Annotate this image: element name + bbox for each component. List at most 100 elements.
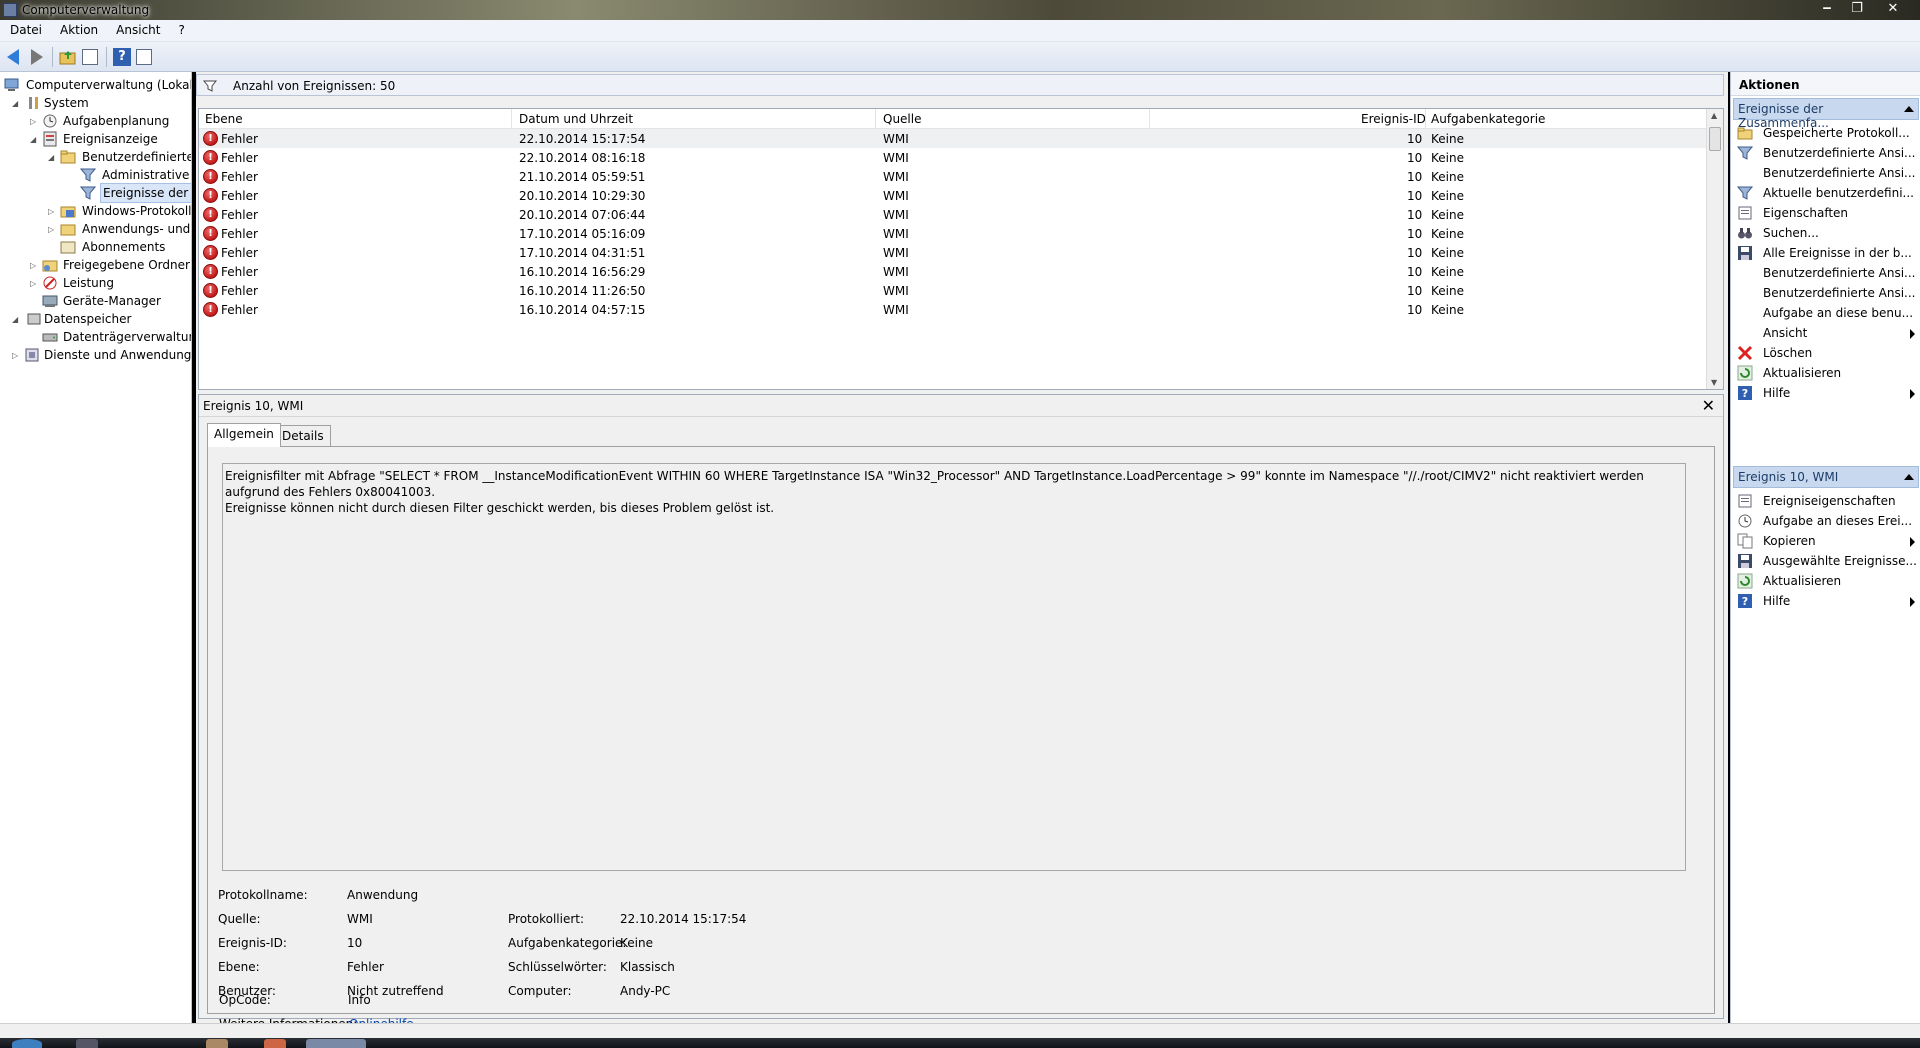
cell-ebene: Fehler <box>221 303 258 317</box>
action-ausgewählte-ereignisse[interactable]: Ausgewählte Ereignisse... <box>1733 550 1919 572</box>
event-row[interactable]: ! Fehler 16.10.2014 04:57:15 WMI 10 Keine <box>199 300 1707 319</box>
console-tree-icon <box>82 49 98 65</box>
cell-datum: 16.10.2014 04:57:15 <box>519 303 646 317</box>
start-orb-icon[interactable] <box>12 1039 42 1048</box>
action-benutzerdefinierte-ansi[interactable]: Benutzerdefinierte Ansi... <box>1733 162 1919 184</box>
help-button[interactable]: ? <box>112 47 132 67</box>
help-icon: ? <box>1737 385 1753 401</box>
action-benutzerdefinierte-ansi[interactable]: Benutzerdefinierte Ansi... <box>1733 282 1919 304</box>
menu-datei[interactable]: Datei <box>0 20 50 42</box>
action-kopieren[interactable]: Kopieren <box>1733 530 1919 552</box>
taskbar-item[interactable] <box>264 1039 286 1048</box>
column-aufgabenkategorie[interactable]: Aufgabenkategorie <box>1431 112 1545 126</box>
tree-label: Ereignisanzeige <box>63 132 158 146</box>
column-ebene[interactable]: Ebene <box>205 112 243 126</box>
cell-ereignis-id: 10 <box>1407 151 1423 165</box>
event-row[interactable]: ! Fehler 22.10.2014 15:17:54 WMI 10 Keine <box>199 129 1707 148</box>
actions-section-event[interactable]: Ereignis 10, WMI <box>1733 466 1919 488</box>
actions-section-summary[interactable]: Ereignisse der Zusammenfa... <box>1733 98 1919 130</box>
column-ereignis-id[interactable]: Ereignis-ID <box>1361 112 1426 126</box>
expand-arrow-icon[interactable]: ▷ <box>48 225 57 234</box>
action-benutzerdefinierte-ansi[interactable]: Benutzerdefinierte Ansi... <box>1733 262 1919 284</box>
event-row[interactable]: ! Fehler 16.10.2014 16:56:29 WMI 10 Keine <box>199 262 1707 281</box>
collapse-arrow-icon[interactable]: ◢ <box>12 315 21 324</box>
expand-arrow-icon[interactable]: ▷ <box>30 261 39 270</box>
forward-button[interactable] <box>26 47 46 67</box>
detail-title-bar: Ereignis 10, WMI ✕ <box>199 395 1723 417</box>
collapse-arrow-icon[interactable]: ◢ <box>12 99 21 108</box>
action-alle-ereignisse-in-der-b[interactable]: Alle Ereignisse in der b... <box>1733 242 1919 264</box>
cell-quelle: WMI <box>883 246 909 260</box>
action-aufgabe-an-dieses-erei[interactable]: Aufgabe an dieses Erei... <box>1733 510 1919 532</box>
show-hide-action-pane-button[interactable] <box>134 47 154 67</box>
action-ansicht[interactable]: Ansicht <box>1733 322 1919 344</box>
tab-details[interactable]: Details <box>275 425 331 447</box>
scroll-up-icon[interactable]: ▲ <box>1711 111 1717 120</box>
menu-help[interactable]: ? <box>168 20 192 42</box>
main-pane: Anzahl von Ereignissen: 50 Ebene Datum u… <box>196 72 1728 1031</box>
taskbar-item[interactable] <box>76 1039 98 1048</box>
menu-aktion[interactable]: Aktion <box>50 20 106 42</box>
action-aufgabe-an-diese-benu[interactable]: Aufgabe an diese benu... <box>1733 302 1919 324</box>
tree-label: Leistung <box>63 276 114 290</box>
action-benutzerdefinierte-ansi[interactable]: Benutzerdefinierte Ansi... <box>1733 142 1919 164</box>
filter-icon <box>80 186 96 200</box>
action-hilfe[interactable]: ? Hilfe <box>1733 590 1919 612</box>
cell-aufgabenkategorie: Keine <box>1431 265 1464 279</box>
menu-ansicht[interactable]: Ansicht <box>106 20 168 42</box>
minimize-button[interactable]: ‒ <box>1814 0 1840 18</box>
action-aktuelle-benutzerdefini[interactable]: Aktuelle benutzerdefini... <box>1733 182 1919 204</box>
expand-arrow-icon[interactable]: ▷ <box>30 279 39 288</box>
event-list-scrollbar[interactable]: ▲ ▼ <box>1706 109 1723 389</box>
close-window-button[interactable]: ✕ <box>1880 0 1906 18</box>
description-line: Ereignisse können nicht durch diesen Fil… <box>225 501 775 515</box>
taskbar-item[interactable] <box>206 1039 228 1048</box>
expand-arrow-icon[interactable]: ▷ <box>12 351 21 360</box>
back-button[interactable] <box>4 47 24 67</box>
event-row[interactable]: ! Fehler 17.10.2014 05:16:09 WMI 10 Keine <box>199 224 1707 243</box>
scroll-down-icon[interactable]: ▼ <box>1711 378 1717 387</box>
expand-arrow-icon[interactable]: ▷ <box>30 117 39 126</box>
save-icon <box>1737 553 1753 569</box>
event-description[interactable]: Ereignisfilter mit Abfrage "SELECT * FRO… <box>222 463 1686 871</box>
cell-datum: 22.10.2014 08:16:18 <box>519 151 646 165</box>
taskbar-item-active[interactable] <box>306 1039 366 1048</box>
collapse-arrow-icon[interactable]: ◢ <box>30 135 39 144</box>
event-row[interactable]: ! Fehler 21.10.2014 05:59:51 WMI 10 Keine <box>199 167 1707 186</box>
svg-text:?: ? <box>1742 387 1748 400</box>
up-folder-button[interactable] <box>58 47 78 67</box>
action-hilfe[interactable]: ? Hilfe <box>1733 382 1919 404</box>
event-row[interactable]: ! Fehler 20.10.2014 07:06:44 WMI 10 Keine <box>199 205 1707 224</box>
maximize-button[interactable]: ❐ <box>1844 0 1870 18</box>
prop-label-aufgabenkategorie: Aufgabenkategorie: <box>508 936 627 950</box>
error-icon: ! <box>203 302 218 317</box>
action-ereigniseigenschaften[interactable]: Ereigniseigenschaften <box>1733 490 1919 512</box>
prop-label-schluesselwoerter: Schlüsselwörter: <box>508 960 607 974</box>
show-hide-tree-button[interactable] <box>80 47 100 67</box>
event-row[interactable]: ! Fehler 22.10.2014 08:16:18 WMI 10 Keine <box>199 148 1707 167</box>
cell-quelle: WMI <box>883 284 909 298</box>
action-aktualisieren[interactable]: Aktualisieren <box>1733 570 1919 592</box>
event-list[interactable]: Ebene Datum und Uhrzeit Quelle Ereignis-… <box>198 108 1724 390</box>
column-datum[interactable]: Datum und Uhrzeit <box>519 112 633 126</box>
event-row[interactable]: ! Fehler 16.10.2014 11:26:50 WMI 10 Keine <box>199 281 1707 300</box>
action-aktualisieren[interactable]: Aktualisieren <box>1733 362 1919 384</box>
column-quelle[interactable]: Quelle <box>883 112 921 126</box>
collapse-caret-icon[interactable] <box>1904 474 1914 480</box>
cell-ereignis-id: 10 <box>1407 132 1423 146</box>
cell-quelle: WMI <box>883 170 909 184</box>
collapse-caret-icon[interactable] <box>1904 106 1914 112</box>
event-row[interactable]: ! Fehler 17.10.2014 04:31:51 WMI 10 Keine <box>199 243 1707 262</box>
prop-label-computer: Computer: <box>508 984 572 998</box>
cell-ebene: Fehler <box>221 132 258 146</box>
tab-allgemein[interactable]: Allgemein <box>207 423 281 447</box>
collapse-arrow-icon[interactable]: ◢ <box>48 153 57 162</box>
action-gespeicherte-protokoll[interactable]: Gespeicherte Protokoll... <box>1733 122 1919 144</box>
close-icon[interactable]: ✕ <box>1702 396 1715 415</box>
event-row[interactable]: ! Fehler 20.10.2014 10:29:30 WMI 10 Keine <box>199 186 1707 205</box>
action-eigenschaften[interactable]: Eigenschaften <box>1733 202 1919 224</box>
action-suchen[interactable]: Suchen... <box>1733 222 1919 244</box>
scroll-thumb[interactable] <box>1709 127 1721 151</box>
action-löschen[interactable]: Löschen <box>1733 342 1919 364</box>
expand-arrow-icon[interactable]: ▷ <box>48 207 57 216</box>
